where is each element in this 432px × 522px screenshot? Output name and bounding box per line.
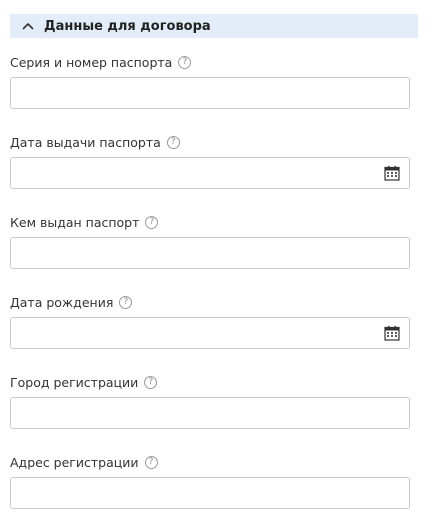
help-icon[interactable]: ? xyxy=(145,215,159,229)
birth-date-label: Дата рождения ? xyxy=(10,294,133,310)
chevron-up-icon xyxy=(20,18,36,34)
registration-city-label: Город регистрации ? xyxy=(10,374,158,390)
section-header-contract-data[interactable]: Данные для договора xyxy=(10,14,418,38)
passport-number-input[interactable] xyxy=(10,77,410,109)
passport-issue-date-label-text: Дата выдачи паспорта xyxy=(10,134,161,150)
birth-date-input[interactable] xyxy=(10,317,410,349)
passport-number-label: Серия и номер паспорта ? xyxy=(10,54,192,70)
calendar-icon[interactable] xyxy=(382,323,402,343)
passport-issued-by-label: Кем выдан паспорт ? xyxy=(10,214,159,230)
help-icon[interactable]: ? xyxy=(166,135,180,149)
help-icon[interactable]: ? xyxy=(178,55,192,69)
passport-issue-date-input[interactable] xyxy=(10,157,410,189)
passport-number-label-text: Серия и номер паспорта xyxy=(10,54,173,70)
passport-issued-by-input[interactable] xyxy=(10,237,410,269)
registration-city-input[interactable] xyxy=(10,397,410,429)
help-icon[interactable]: ? xyxy=(144,455,158,469)
section-title: Данные для договора xyxy=(44,18,211,34)
passport-issue-date-label: Дата выдачи паспорта ? xyxy=(10,134,180,150)
birth-date-label-text: Дата рождения xyxy=(10,294,114,310)
registration-address-label: Адрес регистрации ? xyxy=(10,454,158,470)
help-icon[interactable]: ? xyxy=(119,295,133,309)
registration-city-label-text: Город регистрации xyxy=(10,374,139,390)
registration-address-input[interactable] xyxy=(10,477,410,509)
calendar-icon[interactable] xyxy=(382,163,402,183)
help-icon[interactable]: ? xyxy=(144,375,158,389)
passport-issued-by-label-text: Кем выдан паспорт xyxy=(10,214,140,230)
registration-address-label-text: Адрес регистрации xyxy=(10,454,139,470)
